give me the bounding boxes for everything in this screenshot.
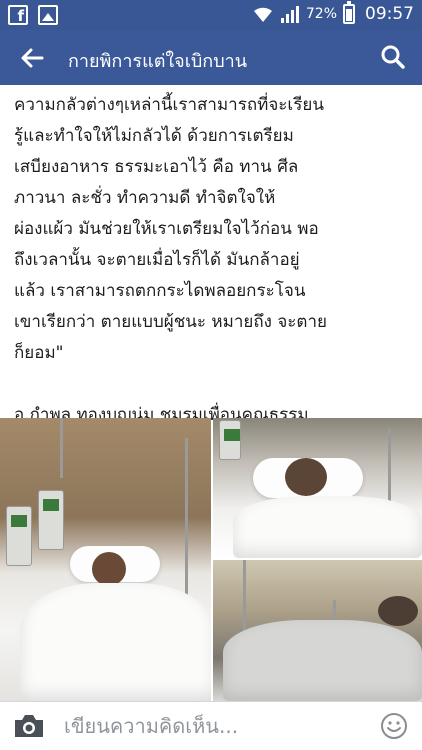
photo-grid xyxy=(0,418,422,701)
wifi-icon xyxy=(253,7,272,22)
post-line: ผ่องแผ้ว มันช่วยให้เราเตรียมใจไว้ก่อน พอ xyxy=(14,219,319,239)
comment-input[interactable] xyxy=(64,710,364,742)
status-bar: f 72% 09:57 xyxy=(0,0,422,30)
clock: 09:57 xyxy=(365,4,414,24)
post-line: รู้และทำใจให้ไม่กลัวได้ ด้วยการเตรียม xyxy=(14,126,294,146)
facebook-icon: f xyxy=(8,5,28,25)
post-line: ภาวนา ละชั่ว ทำความดี ทำจิตใจให้ xyxy=(14,188,276,208)
signal-icon xyxy=(280,6,299,23)
post-line: เสบียงอาหาร ธรรมะเอาไว้ คือ ทาน ศีล xyxy=(14,157,299,177)
post-line: แล้ว เราสามารถตกกระไดพลอยกระโจน xyxy=(14,281,306,301)
arrow-left-icon[interactable] xyxy=(18,44,46,72)
photo-patient-bed-large[interactable] xyxy=(0,418,211,701)
battery-percentage: 72% xyxy=(305,6,337,22)
photo-patient-bed-top-right[interactable] xyxy=(213,418,422,558)
smiley-icon[interactable] xyxy=(380,712,408,740)
camera-icon[interactable] xyxy=(13,713,45,739)
post-line: ก็ยอม" xyxy=(14,343,64,363)
post-line: ถึงเวลานั้น จะตายเมื่อไรก็ได้ มันกล้าอยู… xyxy=(14,250,300,270)
photo-patient-bed-bottom-right[interactable] xyxy=(213,560,422,701)
comment-bar xyxy=(0,701,422,750)
battery-icon xyxy=(343,1,355,24)
post-line: เขาเรียกว่า ตายแบบผู้ชนะ หมายถึง จะตาย xyxy=(14,312,327,332)
page-title: กายพิการแต่ใจเบิกบาน xyxy=(68,51,248,72)
post-body: ความกลัวต่างๆเหล่านี้เราสามารถที่จะเรียน… xyxy=(14,90,414,431)
search-icon[interactable] xyxy=(380,44,406,70)
post-line: ความกลัวต่างๆเหล่านี้เราสามารถที่จะเรียน xyxy=(14,95,324,115)
image-icon xyxy=(38,5,58,25)
app-bar: กายพิการแต่ใจเบิกบาน xyxy=(0,30,422,85)
